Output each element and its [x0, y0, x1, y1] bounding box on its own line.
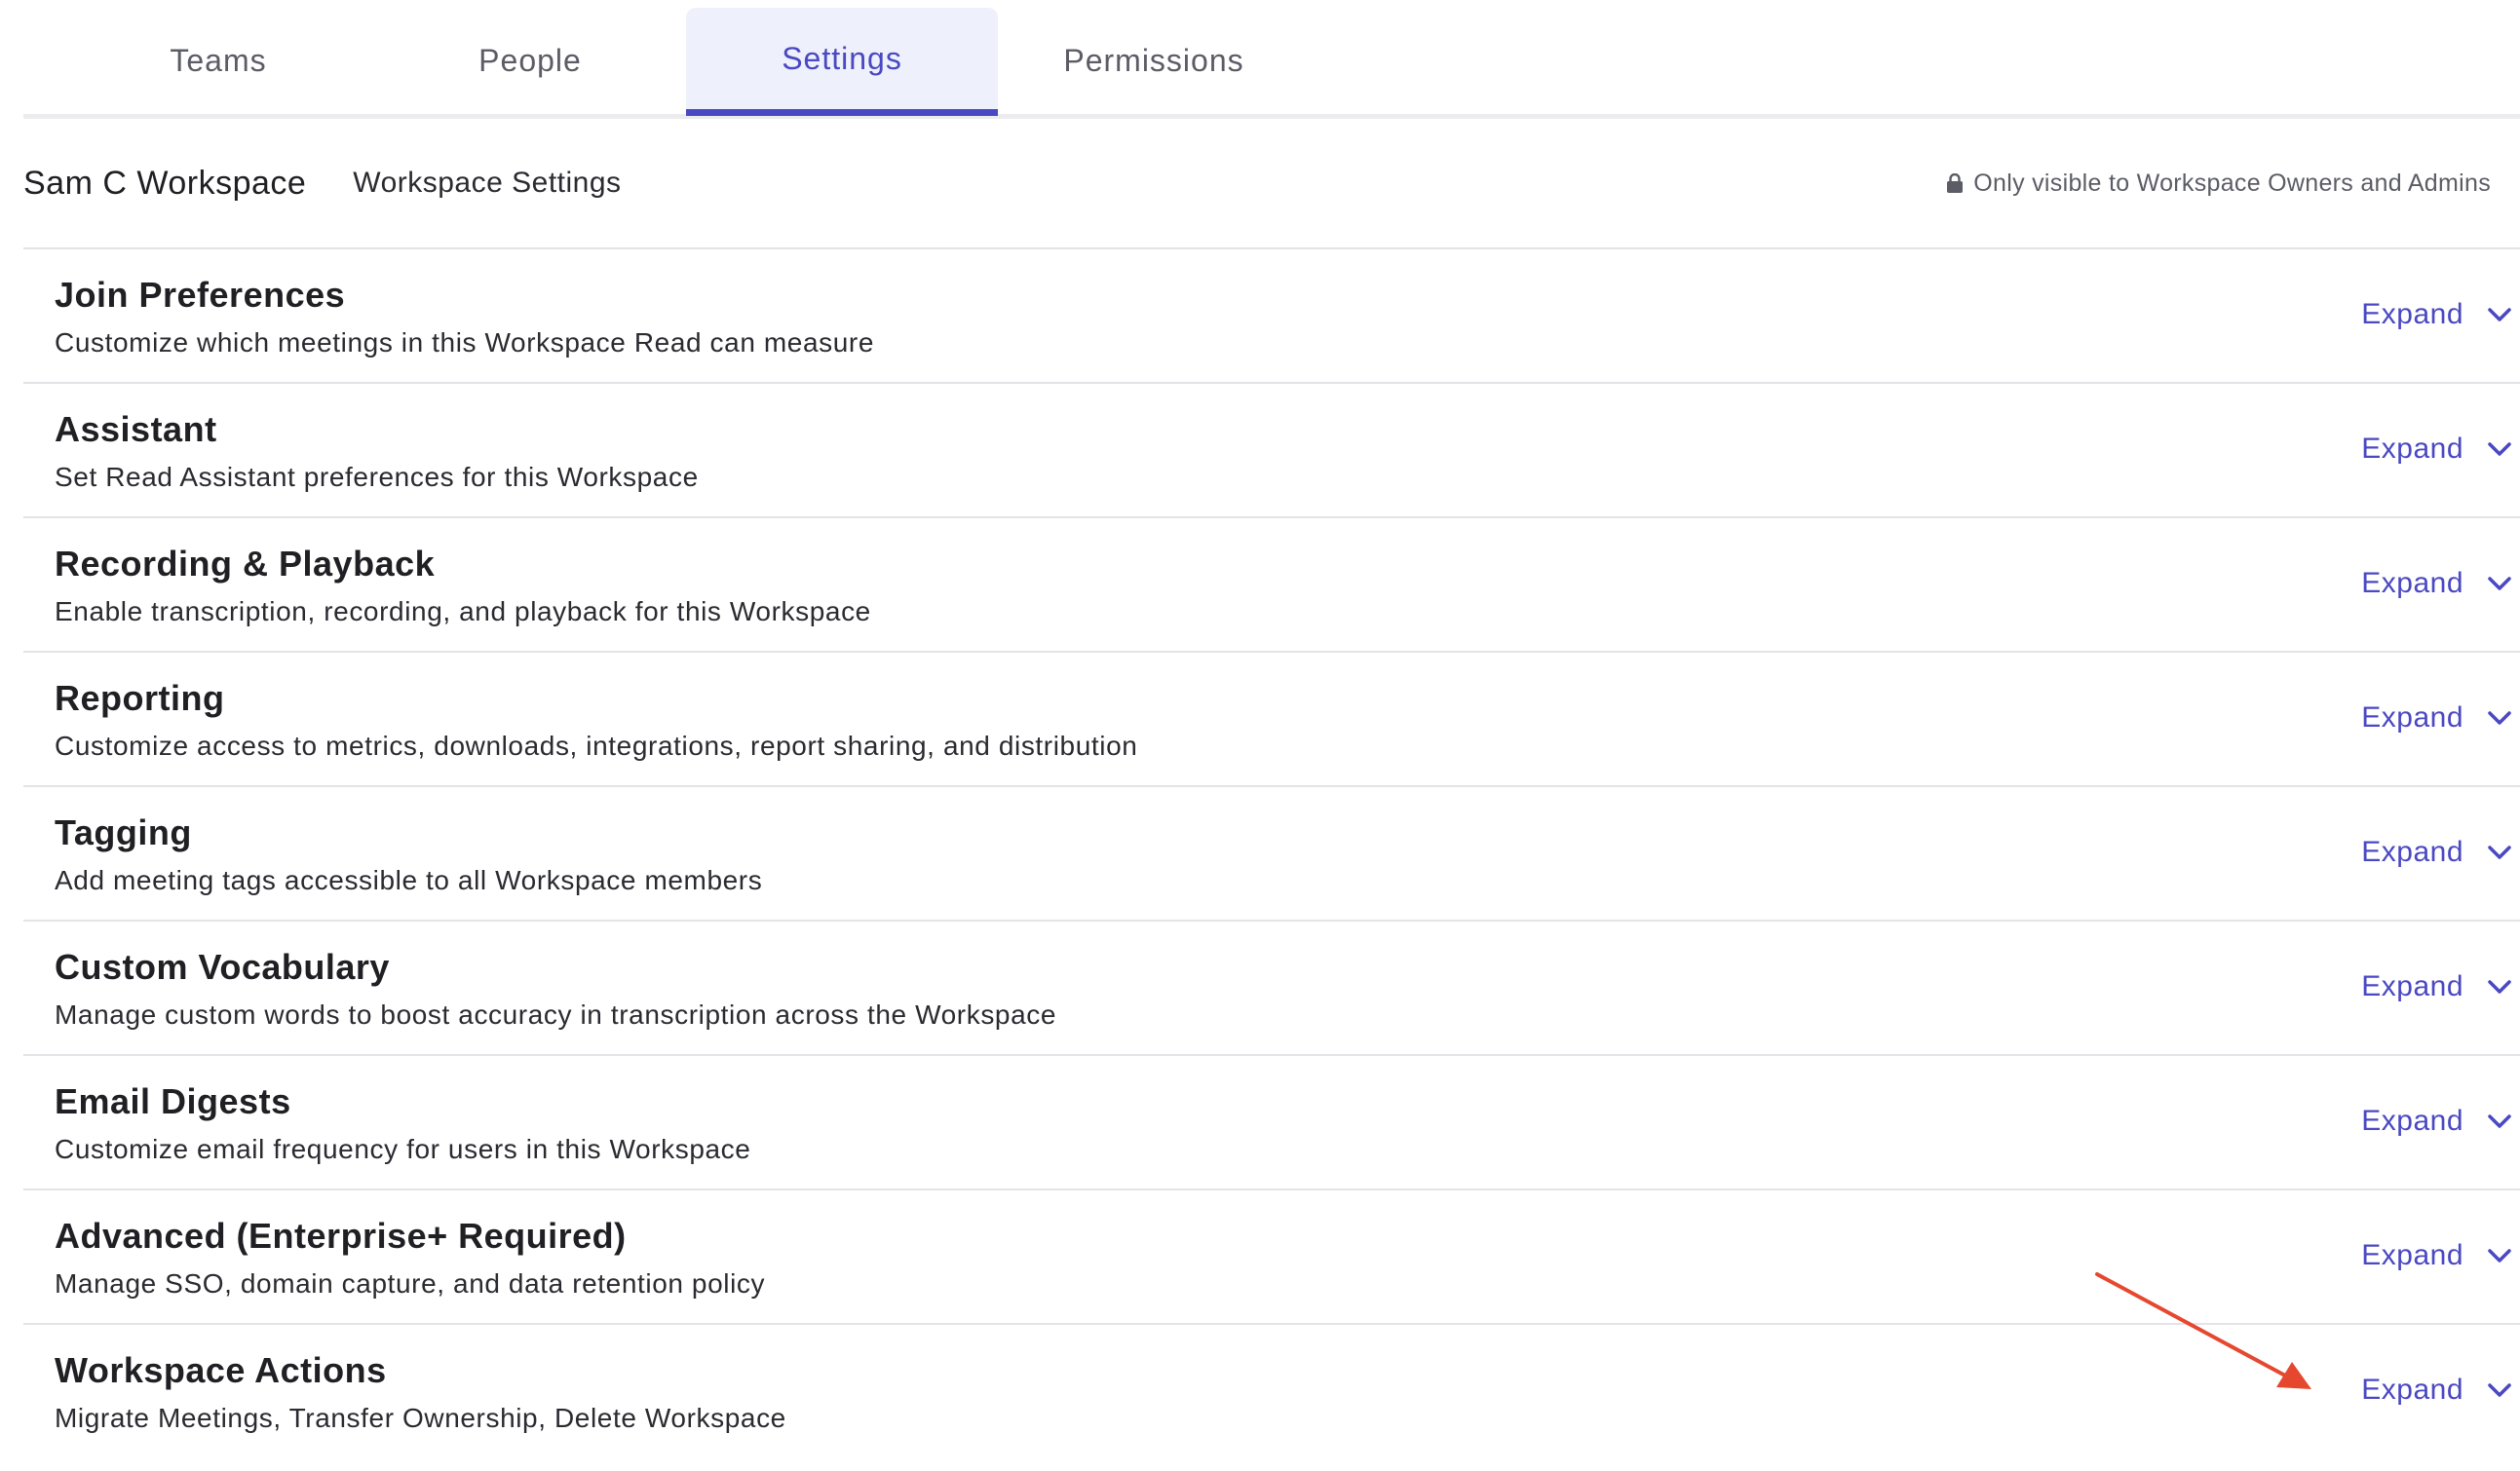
section-title: Advanced (Enterprise+ Required)	[55, 1216, 627, 1256]
chevron-down-icon	[2488, 1249, 2511, 1263]
settings-page: Teams People Settings Permissions Sam C …	[0, 0, 2520, 1471]
page-title: Workspace Settings	[353, 167, 622, 199]
chevron-down-icon	[2488, 442, 2511, 456]
page-header: Sam C Workspace Workspace Settings Only …	[23, 119, 2520, 249]
expand-label: Expand	[2361, 298, 2463, 330]
tab-people[interactable]: People	[374, 8, 686, 114]
expand-button[interactable]: Expand	[2361, 836, 2512, 869]
section-description: Manage SSO, domain capture, and data ret…	[55, 1268, 766, 1299]
expand-label: Expand	[2361, 836, 2463, 868]
section-tagging: Tagging Add meeting tags accessible to a…	[23, 787, 2520, 922]
section-workspace-actions: Workspace Actions Migrate Meetings, Tran…	[23, 1325, 2520, 1459]
section-description: Migrate Meetings, Transfer Ownership, De…	[55, 1403, 786, 1433]
workspace-name: Sam C Workspace	[23, 164, 307, 202]
settings-sections: Join Preferences Customize which meeting…	[23, 249, 2520, 1459]
expand-button[interactable]: Expand	[2361, 433, 2512, 466]
section-title: Custom Vocabulary	[55, 947, 390, 987]
section-email-digests: Email Digests Customize email frequency …	[23, 1056, 2520, 1190]
expand-label: Expand	[2361, 433, 2463, 465]
tab-settings[interactable]: Settings	[686, 8, 998, 116]
expand-button[interactable]: Expand	[2361, 970, 2512, 1003]
expand-button[interactable]: Expand	[2361, 298, 2512, 331]
chevron-down-icon	[2488, 308, 2511, 321]
section-title: Email Digests	[55, 1081, 291, 1121]
expand-label: Expand	[2361, 1239, 2463, 1271]
expand-label: Expand	[2361, 970, 2463, 1002]
section-advanced: Advanced (Enterprise+ Required) Manage S…	[23, 1190, 2520, 1325]
chevron-down-icon	[2488, 577, 2511, 590]
section-description: Add meeting tags accessible to all Works…	[55, 865, 763, 895]
section-recording-playback: Recording & Playback Enable transcriptio…	[23, 518, 2520, 653]
section-title: Join Preferences	[55, 275, 346, 315]
chevron-down-icon	[2488, 1114, 2511, 1128]
section-custom-vocabulary: Custom Vocabulary Manage custom words to…	[23, 922, 2520, 1056]
section-title: Workspace Actions	[55, 1350, 387, 1390]
section-description: Customize which meetings in this Workspa…	[55, 327, 875, 358]
expand-button[interactable]: Expand	[2361, 567, 2512, 600]
section-description: Customize access to metrics, downloads, …	[55, 731, 1138, 761]
section-reporting: Reporting Customize access to metrics, d…	[23, 653, 2520, 787]
section-title: Assistant	[55, 409, 217, 449]
expand-label: Expand	[2361, 1374, 2463, 1406]
expand-button[interactable]: Expand	[2361, 1239, 2512, 1272]
expand-button[interactable]: Expand	[2361, 1105, 2512, 1138]
visibility-note-text: Only visible to Workspace Owners and Adm…	[1973, 169, 2491, 197]
section-title: Reporting	[55, 678, 225, 718]
section-title: Tagging	[55, 812, 192, 852]
chevron-down-icon	[2488, 711, 2511, 725]
lock-icon	[1947, 173, 1964, 193]
section-join-preferences: Join Preferences Customize which meeting…	[23, 249, 2520, 384]
expand-label: Expand	[2361, 567, 2463, 599]
section-description: Enable transcription, recording, and pla…	[55, 596, 871, 626]
section-description: Set Read Assistant preferences for this …	[55, 462, 699, 492]
expand-button[interactable]: Expand	[2361, 701, 2512, 735]
section-description: Customize email frequency for users in t…	[55, 1134, 751, 1164]
expand-button[interactable]: Expand	[2361, 1374, 2512, 1407]
section-description: Manage custom words to boost accuracy in…	[55, 1000, 1057, 1030]
tab-permissions[interactable]: Permissions	[998, 8, 1310, 114]
visibility-note: Only visible to Workspace Owners and Adm…	[1946, 119, 2491, 247]
tab-teams[interactable]: Teams	[62, 8, 374, 114]
expand-label: Expand	[2361, 701, 2463, 734]
chevron-down-icon	[2488, 980, 2511, 994]
section-assistant: Assistant Set Read Assistant preferences…	[23, 384, 2520, 518]
expand-label: Expand	[2361, 1105, 2463, 1137]
chevron-down-icon	[2488, 846, 2511, 859]
chevron-down-icon	[2488, 1383, 2511, 1397]
tab-bar: Teams People Settings Permissions	[23, 0, 2520, 119]
section-title: Recording & Playback	[55, 544, 436, 584]
